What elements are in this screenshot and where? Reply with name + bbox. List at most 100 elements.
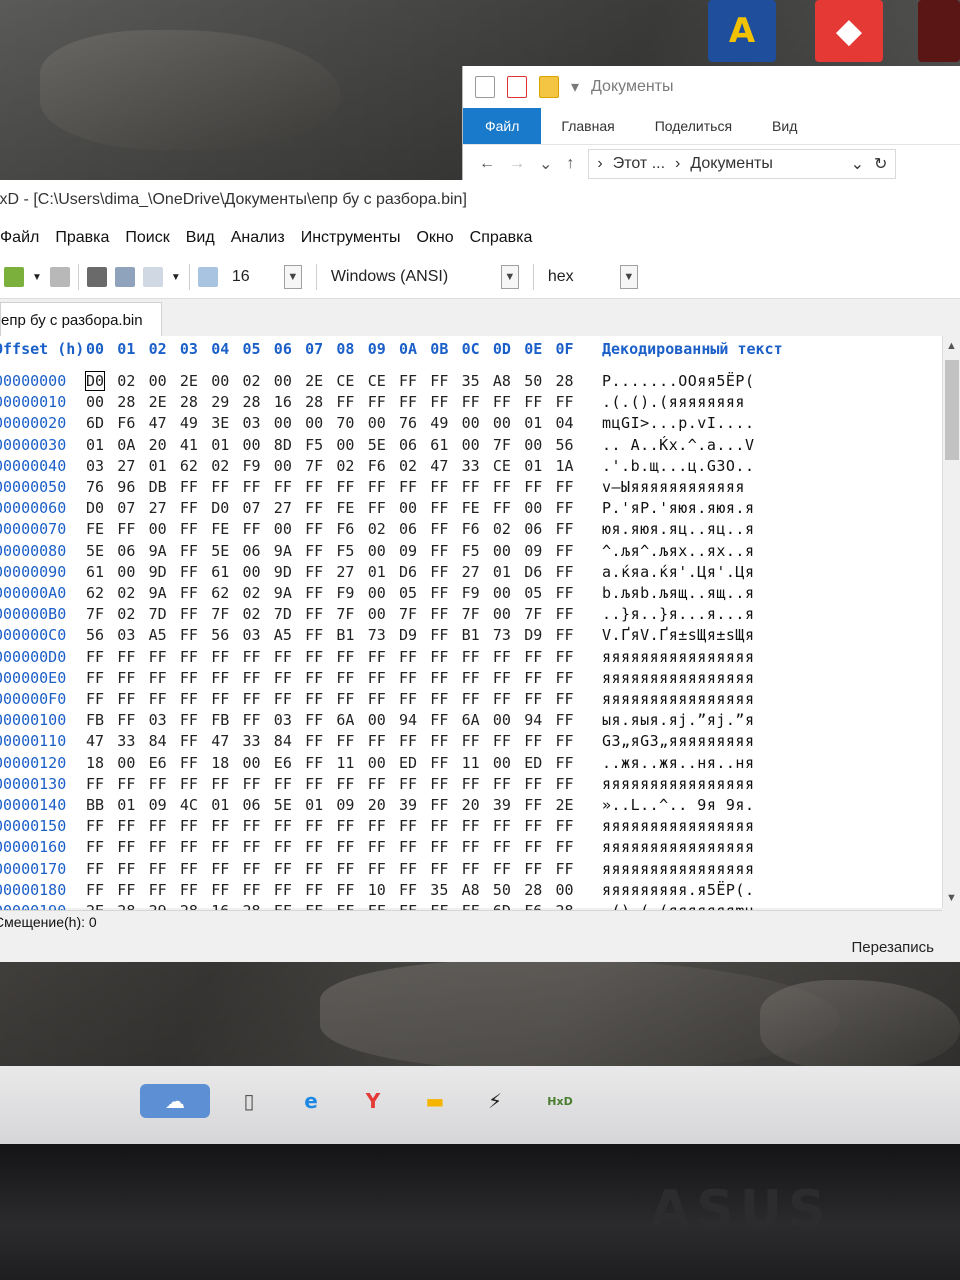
hex-byte[interactable]: FF (305, 754, 323, 772)
hex-byte[interactable]: FF (493, 669, 511, 687)
hex-byte[interactable]: F5 (336, 542, 354, 560)
hex-byte[interactable]: FF (180, 881, 198, 899)
hex-byte[interactable]: B1 (462, 626, 480, 644)
hex-byte[interactable]: 02 (336, 457, 354, 475)
hex-byte[interactable]: FF (86, 817, 104, 835)
hex-byte[interactable]: 00 (399, 499, 417, 517)
hex-byte[interactable]: FE (336, 499, 354, 517)
tab-file[interactable]: Файл (463, 108, 542, 144)
hex-byte[interactable]: FF (462, 860, 480, 878)
hex-byte[interactable]: 06 (117, 542, 135, 560)
hex-byte[interactable]: 05 (399, 584, 417, 602)
hex-byte[interactable]: 03 (243, 414, 261, 432)
hex-byte[interactable]: FF (274, 669, 292, 687)
hex-byte[interactable]: 76 (399, 414, 417, 432)
hex-byte[interactable]: FF (524, 648, 542, 666)
hex-byte[interactable]: 33 (243, 732, 261, 750)
hex-byte[interactable]: 02 (117, 372, 135, 390)
hex-byte[interactable]: FF (556, 711, 574, 729)
hex-byte[interactable]: D9 (524, 626, 542, 644)
hex-byte[interactable]: 84 (274, 732, 292, 750)
decoded-text[interactable]: .. A..Ќх.^.a...V (602, 436, 755, 454)
disk-icon[interactable] (114, 267, 135, 287)
hex-byte[interactable]: FF (336, 648, 354, 666)
hex-byte[interactable]: FF (556, 563, 574, 581)
hex-byte[interactable]: FF (430, 754, 448, 772)
hex-byte[interactable]: FF (493, 499, 511, 517)
hex-byte[interactable]: 06 (399, 436, 417, 454)
hex-byte[interactable]: FF (117, 690, 135, 708)
hex-byte[interactable]: 7F (336, 605, 354, 623)
hex-byte[interactable]: 6D (86, 414, 104, 432)
hex-byte[interactable]: 2E (305, 372, 323, 390)
hex-byte[interactable]: 70 (336, 414, 354, 432)
hex-byte[interactable]: 28 (243, 393, 261, 411)
hex-byte[interactable]: 11 (462, 754, 480, 772)
decoded-text[interactable]: .'.b.щ...ц.G3О.. (602, 457, 755, 475)
hex-byte[interactable]: DB (149, 478, 167, 496)
decoded-text[interactable]: Р.'яР.'яюя.яюя.я (602, 499, 755, 517)
hex-byte[interactable]: FE (211, 520, 229, 538)
hex-byte[interactable]: 50 (493, 881, 511, 899)
hex-byte[interactable]: FF (399, 648, 417, 666)
hex-byte[interactable]: 00 (336, 436, 354, 454)
hex-byte[interactable]: FF (86, 775, 104, 793)
hex-byte[interactable]: 01 (524, 414, 542, 432)
file-explorer-icon[interactable]: ▬ (418, 1084, 452, 1118)
widgets-icon[interactable]: ☁ (140, 1084, 210, 1118)
hex-byte[interactable]: FF (180, 669, 198, 687)
hex-byte[interactable]: FF (305, 499, 323, 517)
hex-byte[interactable]: 00 (493, 584, 511, 602)
hex-byte[interactable]: FF (430, 732, 448, 750)
hex-byte[interactable]: FF (86, 669, 104, 687)
hex-byte[interactable]: FF (180, 520, 198, 538)
hex-byte[interactable]: 49 (430, 414, 448, 432)
display-mode-select[interactable]: hex ▼ (541, 264, 644, 290)
hex-byte[interactable]: 7F (211, 605, 229, 623)
menu-tools[interactable]: Инструменты (301, 229, 401, 247)
hex-byte[interactable]: FF (556, 584, 574, 602)
hex-byte[interactable]: FF (462, 732, 480, 750)
hex-byte[interactable]: 33 (462, 457, 480, 475)
hex-byte[interactable]: FF (274, 690, 292, 708)
hex-byte[interactable]: FF (399, 860, 417, 878)
hex-byte[interactable]: FF (243, 860, 261, 878)
hex-byte[interactable]: FF (149, 690, 167, 708)
chevron-down-icon[interactable]: ▼ (619, 265, 638, 289)
hex-byte[interactable]: 00 (368, 584, 386, 602)
hex-byte[interactable]: FF (305, 881, 323, 899)
menu-analysis[interactable]: Анализ (231, 229, 285, 247)
hex-byte[interactable]: FF (462, 648, 480, 666)
tab-home[interactable]: Главная (541, 108, 634, 144)
hex-byte[interactable]: FF (180, 754, 198, 772)
hex-byte[interactable]: FF (430, 605, 448, 623)
hex-byte[interactable]: 3E (211, 414, 229, 432)
hex-byte[interactable]: F9 (243, 457, 261, 475)
hex-byte[interactable]: FF (336, 838, 354, 856)
hex-byte[interactable]: 00 (117, 754, 135, 772)
hex-byte[interactable]: FF (86, 648, 104, 666)
decoded-text[interactable]: яяяяяяяяяяяяяяяя (602, 860, 755, 878)
hex-byte[interactable]: 10 (368, 881, 386, 899)
hex-byte[interactable]: A8 (462, 881, 480, 899)
hex-byte[interactable]: FF (180, 499, 198, 517)
chevron-down-icon[interactable]: ▼ (500, 265, 519, 289)
menu-window[interactable]: Окно (416, 229, 453, 247)
hex-byte[interactable]: 2E (149, 393, 167, 411)
folder-icon[interactable] (539, 76, 559, 98)
hex-byte[interactable]: 35 (462, 372, 480, 390)
hex-byte[interactable]: FF (211, 669, 229, 687)
hex-byte[interactable]: D6 (399, 563, 417, 581)
hex-byte[interactable]: FF (493, 860, 511, 878)
hex-byte[interactable]: FF (430, 393, 448, 411)
hex-byte[interactable]: 5E (368, 436, 386, 454)
hex-byte[interactable]: 47 (86, 732, 104, 750)
decoded-text[interactable]: яяяяяяяяяяяяяяяя (602, 690, 755, 708)
hex-byte[interactable]: FF (493, 838, 511, 856)
hex-byte[interactable]: A8 (493, 372, 511, 390)
hex-byte[interactable]: 00 (274, 457, 292, 475)
hex-byte[interactable]: FF (211, 817, 229, 835)
hex-byte[interactable]: 01 (117, 796, 135, 814)
hex-byte[interactable]: E6 (274, 754, 292, 772)
hex-byte[interactable]: FF (556, 754, 574, 772)
